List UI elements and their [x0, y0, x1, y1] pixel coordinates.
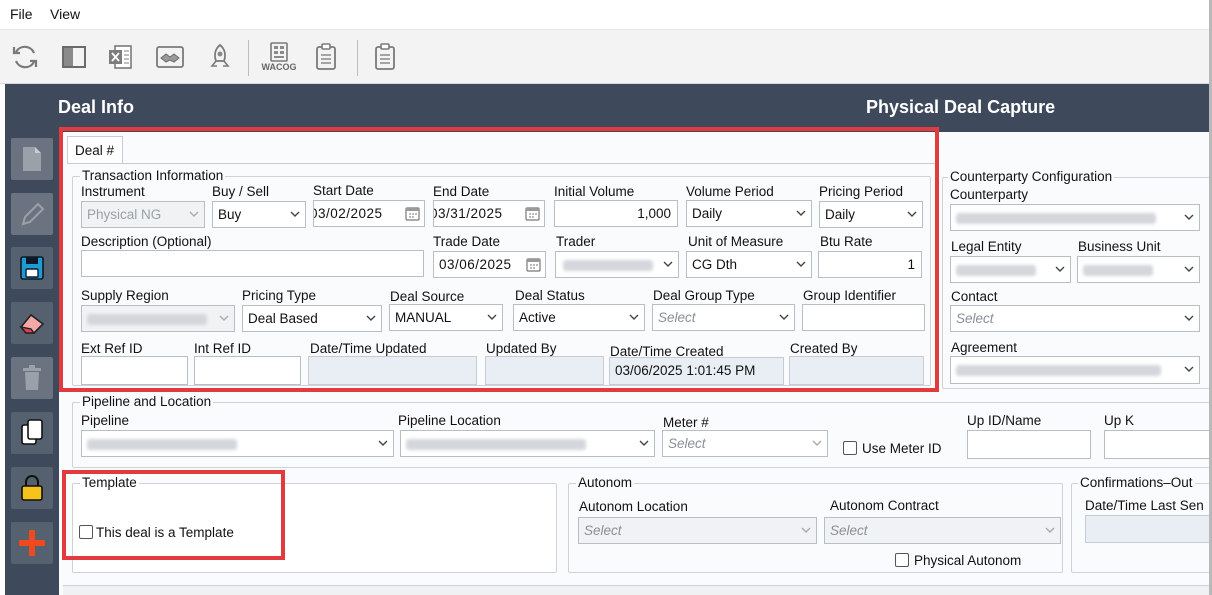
- pipeline-group-label: Pipeline and Location: [80, 394, 214, 409]
- action-sidebar: [5, 132, 59, 595]
- counterparty-label: Counterparty: [950, 187, 1029, 202]
- up-k-input[interactable]: [1104, 430, 1212, 459]
- chevron-down-icon: [1055, 266, 1065, 272]
- contact-label: Contact: [951, 289, 998, 304]
- save-icon: [20, 256, 44, 280]
- autonom-contract-label: Autonom Contract: [830, 498, 939, 513]
- menu-view[interactable]: View: [50, 6, 80, 22]
- physical-autonom-checkbox[interactable]: [895, 553, 909, 567]
- edit-button[interactable]: [11, 193, 53, 235]
- use-meter-id-label: Use Meter ID: [862, 441, 942, 456]
- contact-select[interactable]: Select: [950, 305, 1200, 332]
- agreement-select[interactable]: [950, 356, 1200, 384]
- autonom-group-label: Autonom: [576, 475, 635, 490]
- legal-entity-select[interactable]: [950, 256, 1071, 283]
- trash-icon: [23, 365, 41, 390]
- meter-placeholder: Select: [668, 436, 706, 451]
- pipeline-location-label: Pipeline Location: [398, 413, 501, 428]
- legal-entity-label: Legal Entity: [951, 239, 1022, 254]
- chevron-down-icon: [801, 527, 811, 533]
- toolbar-separator: [248, 40, 249, 76]
- pipeline-location-redacted: [406, 438, 586, 450]
- last-sent-field: [1085, 515, 1212, 543]
- plus-icon: [19, 530, 45, 556]
- agreement-label: Agreement: [951, 340, 1018, 355]
- chevron-down-icon: [1184, 315, 1194, 321]
- legal-entity-redacted: [956, 264, 1036, 276]
- agreement-redacted: [956, 364, 1161, 376]
- last-sent-label: Date/Time Last Sen: [1085, 498, 1204, 513]
- meter-select[interactable]: Select: [662, 430, 828, 457]
- use-meter-id-checkbox[interactable]: [843, 441, 857, 455]
- wacog-icon[interactable]: WACOG: [260, 38, 298, 76]
- meter-label: Meter #: [663, 415, 709, 430]
- physical-autonom-label: Physical Autonom: [914, 553, 1022, 568]
- delete-button[interactable]: [11, 357, 53, 399]
- copy-icon: [21, 419, 43, 445]
- chevron-down-icon: [1045, 527, 1055, 533]
- chevron-down-icon: [1184, 266, 1194, 272]
- clipboard-notes-icon[interactable]: [366, 38, 404, 76]
- lock-button[interactable]: [11, 467, 53, 509]
- business-unit-redacted: [1083, 264, 1153, 276]
- rocket-icon[interactable]: [201, 38, 239, 76]
- transaction-highlight: [59, 127, 939, 392]
- chevron-down-icon: [1184, 366, 1194, 372]
- new-document-button[interactable]: [11, 138, 53, 180]
- header-left-title: Deal Info: [58, 97, 135, 117]
- bottom-divider: [63, 585, 1212, 595]
- wacog-label: WACOG: [261, 62, 297, 72]
- autonom-location-label: Autonom Location: [579, 499, 688, 514]
- pipeline-label: Pipeline: [81, 413, 130, 428]
- contact-placeholder: Select: [956, 311, 994, 326]
- counterparty-group-label: Counterparty Configuration: [948, 169, 1115, 184]
- up-id-name-label: Up ID/Name: [967, 413, 1042, 428]
- header-right-title: Physical Deal Capture: [866, 97, 1056, 117]
- business-unit-label: Business Unit: [1078, 239, 1161, 254]
- counterparty-redacted: [956, 212, 1156, 224]
- toolbar: WACOG: [0, 30, 1212, 84]
- add-button[interactable]: [11, 522, 53, 564]
- eraser-icon: [19, 313, 45, 334]
- save-button[interactable]: [11, 247, 53, 289]
- up-id-name-input[interactable]: [967, 430, 1091, 459]
- menu-bar: File View: [0, 0, 1212, 30]
- refresh-icon[interactable]: [6, 38, 44, 76]
- chevron-down-icon: [378, 440, 388, 446]
- menu-file[interactable]: File: [10, 6, 33, 22]
- panel-layout-icon[interactable]: [55, 38, 93, 76]
- autonom-location-placeholder: Select: [584, 523, 622, 538]
- excel-export-icon[interactable]: [101, 38, 139, 76]
- clipboard-list-icon[interactable]: [307, 38, 345, 76]
- business-unit-select[interactable]: [1077, 256, 1200, 283]
- pipeline-select[interactable]: [81, 430, 394, 457]
- pipeline-redacted: [87, 438, 237, 450]
- new-document-icon: [23, 147, 41, 171]
- eraser-button[interactable]: [11, 302, 53, 344]
- chevron-down-icon: [812, 440, 822, 446]
- chevron-down-icon: [639, 440, 649, 446]
- counterparty-select[interactable]: [950, 204, 1200, 231]
- toolbar-separator: [357, 40, 358, 76]
- handshake-icon[interactable]: [151, 38, 189, 76]
- autonom-contract-placeholder: Select: [830, 523, 868, 538]
- lock-icon: [21, 475, 43, 501]
- pencil-icon: [21, 202, 45, 226]
- autonom-contract-select[interactable]: Select: [824, 517, 1061, 544]
- page-header: Deal Info Physical Deal Capture: [5, 84, 1212, 132]
- autonom-location-select[interactable]: Select: [578, 517, 817, 544]
- copy-button[interactable]: [11, 412, 53, 454]
- confirmations-group-label: Confirmations–Out: [1078, 475, 1195, 490]
- template-highlight: [62, 470, 285, 560]
- up-k-label: Up K: [1104, 413, 1135, 428]
- chevron-down-icon: [1184, 214, 1194, 220]
- pipeline-location-select[interactable]: [400, 430, 655, 457]
